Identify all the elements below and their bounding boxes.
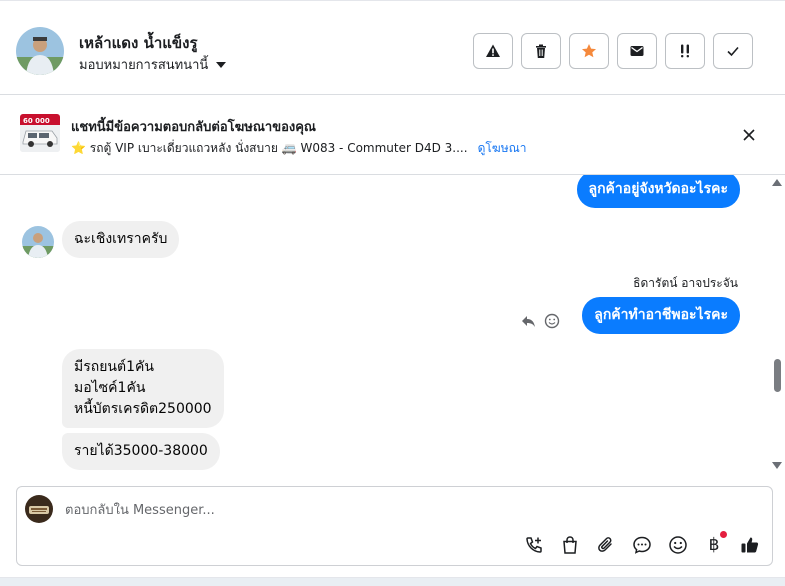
ad-description-row: ⭐ รถตู้ VIP เบาะเดี่ยวแถวหลัง นั่งสบาย 🚐… <box>71 139 527 158</box>
message-composer: ฿ <box>16 486 773 566</box>
assign-label: มอบหมายการสนทนานี้ <box>79 58 209 73</box>
call-button[interactable] <box>524 535 544 555</box>
message-bubble-incoming-multiline[interactable]: มีรถยนต์1คัน มอไซค์1คัน หนี้บัตรเครดิต25… <box>62 349 224 428</box>
react-emoji-icon[interactable] <box>544 313 560 329</box>
ad-banner-title: แชทนี้มีข้อความตอบกลับต่อโฆษณาของคุณ <box>71 120 316 135</box>
chat-bubble-icon <box>633 536 651 554</box>
message-line: มอไซค์1คัน <box>74 380 146 396</box>
like-button[interactable] <box>740 535 760 555</box>
contact-name[interactable]: เหล้าแดง น้ำแข็งรู <box>79 31 198 55</box>
follow-up-button[interactable] <box>665 33 705 69</box>
message-thread[interactable]: ลูกค้าอยู่จังหวัดอะไรคะ ฉะเชิงเทราครับ ธ… <box>0 175 770 475</box>
message-bubble-outgoing[interactable]: ลูกค้าทำอาชีพอะไรคะ <box>582 297 740 334</box>
call-plus-icon <box>526 537 542 553</box>
view-ad-link[interactable]: ดูโฆษณา <box>478 139 527 158</box>
emoji-button[interactable] <box>668 535 688 555</box>
contact-avatar-small[interactable] <box>22 226 54 258</box>
close-banner-button[interactable] <box>740 126 758 144</box>
attach-button[interactable] <box>596 535 616 555</box>
page-avatar <box>25 495 53 523</box>
report-button[interactable] <box>473 33 513 69</box>
composer-toolbar: ฿ <box>524 531 760 555</box>
check-icon <box>727 46 739 57</box>
message-bubble-outgoing[interactable]: ลูกค้าอยู่จังหวัดอะไรคะ <box>576 175 740 208</box>
ad-thumbnail[interactable]: 60 000 <box>20 114 60 152</box>
shop-button[interactable] <box>560 535 580 555</box>
caret-down-icon <box>216 61 227 68</box>
scrollbar-thumb[interactable] <box>774 359 781 392</box>
mark-unread-button[interactable] <box>617 33 657 69</box>
shopping-bag-icon <box>563 536 577 554</box>
envelope-icon <box>630 46 644 56</box>
conversation-header: เหล้าแดง น้ำแข็งรู มอบหมายการสนทนานี้ <box>0 0 785 95</box>
ad-thumb-price: 60 000 <box>23 117 50 125</box>
conversation-actions <box>473 33 753 69</box>
mark-done-button[interactable] <box>713 33 753 69</box>
warning-icon <box>486 44 500 57</box>
paperclip-icon <box>598 537 612 552</box>
contact-avatar[interactable] <box>16 27 64 75</box>
assign-conversation-dropdown[interactable]: มอบหมายการสนทนานี้ <box>79 54 227 75</box>
follow-up-icon <box>681 44 689 58</box>
reply-icon[interactable] <box>520 313 536 329</box>
scroll-up-arrow[interactable] <box>772 179 782 186</box>
payment-button[interactable]: ฿ <box>704 531 727 555</box>
delete-button[interactable] <box>521 33 561 69</box>
scroll-down-arrow[interactable] <box>772 462 782 469</box>
star-button[interactable] <box>569 33 609 69</box>
message-bubble-incoming[interactable]: รายได้35000-38000 <box>62 433 220 470</box>
emoji-icon <box>669 536 687 554</box>
message-line: หนี้บัตรเครดิต250000 <box>74 401 212 417</box>
star-icon <box>582 44 596 58</box>
message-bubble-incoming[interactable]: ฉะเชิงเทราครับ <box>62 221 180 258</box>
message-line: มีรถยนต์1คัน <box>74 359 154 375</box>
reply-input[interactable] <box>65 499 745 521</box>
baht-icon: ฿ <box>708 535 720 555</box>
saved-replies-button[interactable] <box>632 535 652 555</box>
close-icon <box>743 129 755 141</box>
thumbs-up-icon <box>741 537 759 553</box>
ad-reply-banner: 60 000 แชทนี้มีข้อความตอบกลับต่อโฆษณาของ… <box>0 96 785 175</box>
sender-name: ธิดารัตน์ อาจประจัน <box>633 276 738 290</box>
ad-description: ⭐ รถตู้ VIP เบาะเดี่ยวแถวหลัง นั่งสบาย 🚐… <box>71 141 468 155</box>
conversation-panel: เหล้าแดง น้ำแข็งรู มอบหมายการสนทนานี้ 60… <box>0 0 785 578</box>
notification-dot <box>720 531 727 538</box>
trash-icon <box>536 44 546 58</box>
